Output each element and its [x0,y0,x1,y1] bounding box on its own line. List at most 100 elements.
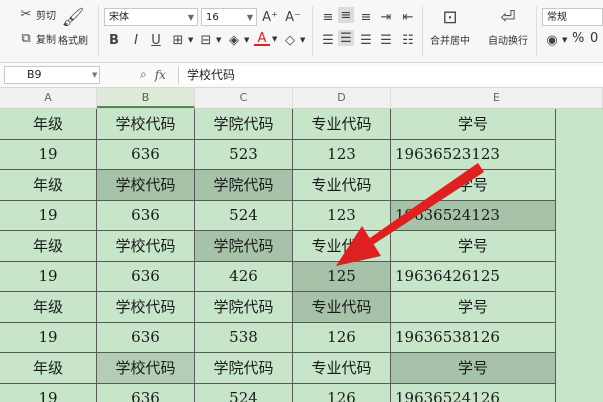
formula-input[interactable]: 学校代码 [178,66,603,84]
table-cell[interactable]: 126 [293,383,391,402]
wrap-text-button[interactable]: ⏎ 自动换行 [488,6,528,48]
underline-button[interactable]: U [148,32,164,48]
table-cell[interactable]: 524 [195,200,293,231]
table-cell[interactable]: 年级 [0,170,97,201]
align-middle-icon: ≡ [340,7,352,23]
divider [312,6,313,56]
table-cell[interactable]: 学号 [391,353,556,384]
table-cell[interactable]: 19 [0,200,97,231]
chevron-down-icon[interactable]: ▼ [92,71,97,79]
cut-button[interactable]: ✂ 剪切 [18,6,56,22]
bold-button[interactable]: B [106,32,122,48]
table-cell[interactable]: 学校代码 [97,353,195,384]
table-cell[interactable]: 学院代码 [195,170,293,201]
increase-font-button[interactable]: A⁺ [262,9,278,25]
table-cell[interactable]: 年级 [0,292,97,323]
column-header-e[interactable]: E [391,88,603,108]
border-button[interactable]: ⊞ ▼ [170,32,194,48]
table-cell[interactable]: 学院代码 [195,292,293,323]
table-cell[interactable]: 19 [0,322,97,353]
table-cell[interactable]: 年级 [0,353,97,384]
table-cell[interactable]: 523 [195,139,293,170]
table-cell[interactable]: 125 [293,261,391,292]
fill-color-button[interactable]: ◈ ▼ [226,32,249,48]
table-cell[interactable]: 学校代码 [97,109,195,140]
table-cell[interactable]: 学号 [391,292,556,323]
table-cell[interactable]: 专业代码 [293,292,391,323]
fx-icon[interactable]: fx [155,68,166,82]
font-size-select[interactable]: 16 ▼ [201,8,257,26]
justify-button[interactable]: ☰ [378,32,394,48]
column-header-c[interactable]: C [195,88,293,108]
table-cell[interactable]: 123 [293,200,391,231]
spreadsheet-grid: 年级 学校代码 学院代码 专业代码 学号 19 636 523 123 19636523123 年级… [0,109,603,402]
table-cell[interactable]: 专业代码 [293,353,391,384]
align-left-icon: ☰ [322,32,334,48]
table-cell[interactable]: 19 [0,139,97,170]
table-cell[interactable]: 学校代码 [97,231,195,262]
table-cell[interactable]: 学号 [391,170,556,201]
table-cell[interactable]: 19 [0,383,97,402]
merge-center-button[interactable]: ⊡ 合并居中 [430,6,470,48]
table-cell[interactable]: 专业代码 [293,231,391,262]
zoom-icon[interactable]: ⌕ [140,67,147,82]
table-cell[interactable]: 学院代码 [195,109,293,140]
format-painter-button[interactable]: 🖌 格式刷 [58,6,88,48]
italic-button[interactable]: I [128,32,144,48]
table-cell[interactable]: 19636524123 [391,200,556,231]
table-cell[interactable]: 学号 [391,231,556,262]
table-cell[interactable]: 19636523123 [391,139,556,170]
table-cell[interactable]: 19636426125 [391,261,556,292]
table-cell[interactable]: 538 [195,322,293,353]
table-cell[interactable]: 19 [0,261,97,292]
currency-button[interactable]: ◉ ▼ [544,32,567,48]
merge-icon-button[interactable]: ⊟ ▼ [198,32,222,48]
number-format-select[interactable]: 常规 [542,8,603,26]
column-header-d[interactable]: D [293,88,391,108]
table-cell[interactable]: 19636538126 [391,322,556,353]
table-cell[interactable]: 19636524126 [391,383,556,402]
table-cell[interactable]: 636 [97,383,195,402]
outdent-button[interactable]: ⇤ [400,9,416,25]
align-right-button[interactable]: ☰ [358,32,374,48]
table-cell[interactable]: 636 [97,139,195,170]
align-left-button[interactable]: ☰ [320,32,336,48]
table-cell[interactable]: 636 [97,261,195,292]
formula-bar: B9 ▼ ⌕ fx 学校代码 [0,63,603,88]
chevron-down-icon: ▼ [300,36,306,44]
clear-button[interactable]: ◇ ▼ [282,32,305,48]
table-cell[interactable]: 学校代码 [97,292,195,323]
name-box[interactable]: B9 [4,66,100,84]
font-color-button[interactable]: A ▼ [254,31,278,46]
table-cell[interactable]: 学校代码 [97,170,195,201]
table-cell[interactable]: 专业代码 [293,170,391,201]
table-cell[interactable]: 学号 [391,109,556,140]
table-cell[interactable]: 524 [195,383,293,402]
align-bottom-button[interactable]: ≡ [358,9,374,25]
table-cell[interactable]: 636 [97,200,195,231]
copy-button[interactable]: ⧉ 复制 [18,30,56,46]
indent-button[interactable]: ⇥ [378,9,394,25]
align-center-button[interactable]: ☰ [338,30,354,46]
table-cell[interactable]: 专业代码 [293,109,391,140]
table-cell[interactable]: 年级 [0,109,97,140]
column-header-b[interactable]: B [97,88,195,108]
table-cell[interactable]: 636 [97,322,195,353]
percent-button[interactable]: % [572,31,584,46]
table-cell[interactable]: 学院代码 [195,231,293,262]
table-cell[interactable]: 126 [293,322,391,353]
thousands-button[interactable]: 0 [590,31,598,46]
align-top-button[interactable]: ≡ [320,9,336,25]
table-cell[interactable]: 学院代码 [195,353,293,384]
distribute-button[interactable]: ☷ [400,32,416,48]
table-cell[interactable]: 426 [195,261,293,292]
chevron-down-icon: ▼ [272,35,278,43]
decrease-font-button[interactable]: A⁻ [285,9,301,25]
paintbrush-icon: 🖌 [61,6,85,28]
column-header-a[interactable]: A [0,88,97,108]
table-cell[interactable]: 123 [293,139,391,170]
align-middle-button[interactable]: ≡ [338,7,354,23]
font-name-select[interactable]: 宋体 ▼ [104,8,198,26]
table-cell[interactable]: 年级 [0,231,97,262]
scissors-icon: ✂ [20,6,32,22]
